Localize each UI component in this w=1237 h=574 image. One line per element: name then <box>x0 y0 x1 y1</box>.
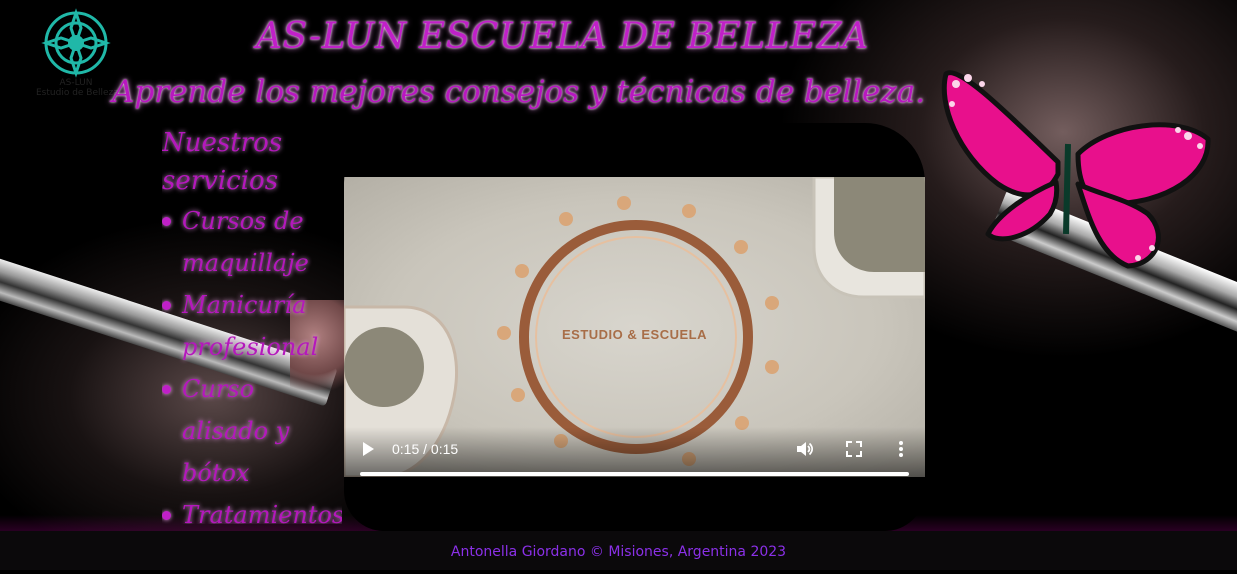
service-label: Manicuría profesional <box>182 291 319 361</box>
fullscreen-icon[interactable] <box>844 439 864 459</box>
service-item-straightening[interactable]: Curso alisado y bótox <box>162 368 342 494</box>
logo[interactable]: AS-LUN Estudio de Belleza <box>36 8 119 98</box>
logo-name: AS-LUN <box>59 78 93 88</box>
play-icon[interactable] <box>360 439 376 459</box>
site-title: AS-LUN ESCUELA DE BELLEZA <box>256 16 869 57</box>
tagline: Aprende los mejores consejos y técnicas … <box>112 74 926 110</box>
video-player[interactable]: ESTUDIO & ESCUELA 0:15 / 0:15 <box>344 123 925 531</box>
services-nav: Nuestros servicios Cursos de maquillaje … <box>162 124 342 524</box>
services-list: Cursos de maquillaje Manicuría profesion… <box>162 200 342 524</box>
footer-text: Antonella Giordano © Misiones, Argentina… <box>450 544 787 560</box>
more-options-icon[interactable] <box>894 439 908 459</box>
video-progress-bar[interactable] <box>360 472 909 476</box>
bullet-icon <box>162 217 171 226</box>
service-item-facials[interactable]: Tratamientos faciales <box>162 494 342 524</box>
footer: Antonella Giordano © Misiones, Argentina… <box>0 531 1237 570</box>
video-frame-image[interactable]: ESTUDIO & ESCUELA <box>344 177 925 477</box>
service-item-makeup[interactable]: Cursos de maquillaje <box>162 200 342 284</box>
video-time: 0:15 / 0:15 <box>392 441 459 457</box>
butterfly-icon <box>941 70 1211 269</box>
bullet-icon <box>162 301 171 310</box>
service-label: Tratamientos faciales <box>182 501 342 524</box>
service-label: Curso alisado y bótox <box>182 375 290 487</box>
bullet-icon <box>162 511 171 520</box>
services-heading: Nuestros servicios <box>162 128 283 196</box>
service-item-manicure[interactable]: Manicuría profesional <box>162 284 342 368</box>
service-label: Cursos de maquillaje <box>182 207 309 277</box>
volume-icon[interactable] <box>794 439 814 459</box>
bullet-icon <box>162 385 171 394</box>
logo-subtitle: Estudio de Belleza <box>36 88 119 98</box>
mandala-logo-icon <box>41 8 111 78</box>
video-brand-text: ESTUDIO & ESCUELA <box>561 327 707 342</box>
